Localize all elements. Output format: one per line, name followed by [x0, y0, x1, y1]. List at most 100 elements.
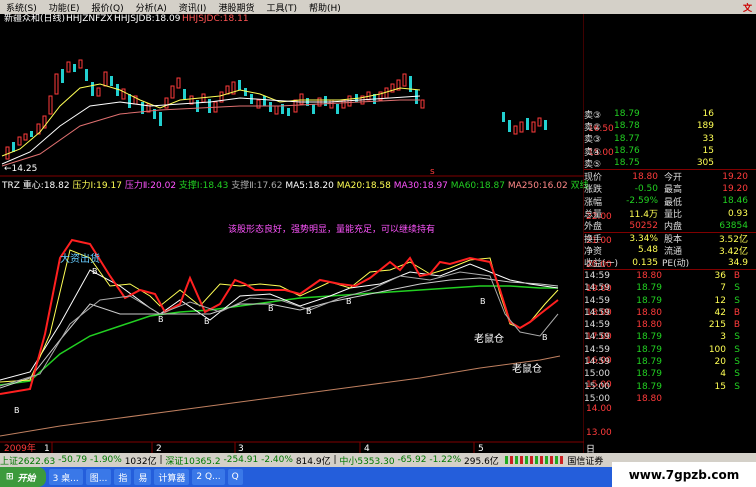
stat-row: 涨跌 -0.50 最高 19.20 [584, 183, 748, 196]
ind-support2: 支撑Ⅱ:17.62 [231, 181, 283, 191]
sz-amount: 814.9亿 [295, 456, 331, 467]
ind-ma250: MA250:16.02 [507, 181, 568, 191]
annotation-big-player: 大资出货 [60, 252, 100, 265]
svg-text:s: s [430, 167, 435, 177]
stock-chart[interactable]: 新疆众和(日线) HHJZNFZX HHJSJDB:18.09 HHJSJDC:… [0, 14, 584, 454]
tick-row[interactable]: 14:59 18.79 12 S [584, 294, 756, 306]
ask-list: 卖③ 18.79 16 卖② 18.78 189 卖③ 18.77 33 卖④ 18.76 15… [584, 108, 756, 170]
stat-row: 总量 11.4万 量比 0.93 [584, 208, 748, 221]
ind-ma30: MA30:18.97 [393, 181, 448, 191]
tick-row[interactable]: 15:00 18.80 [584, 393, 756, 405]
menu-bar: 系统(S) 功能(E) 报价(Q) 分析(A) 资讯(I) 港股期货 工具(T)… [0, 0, 756, 14]
sz-index[interactable]: 深证10365.2 [165, 454, 220, 467]
tick-row[interactable]: 14:59 18.79 7 S [584, 282, 756, 294]
ask-row[interactable]: 卖② 18.78 189 [584, 120, 756, 133]
indicator-header: TRZ 重心:18.82 压力Ⅰ:19.17 压力Ⅱ:20.02 支撑Ⅰ:18.… [2, 178, 589, 191]
sz-change: -254.91 [223, 455, 259, 465]
tick-row[interactable]: 14:59 18.80 215 B [584, 319, 756, 331]
indicator-label-3: HHJSJDC:18.11 [182, 14, 249, 24]
svg-text:B: B [204, 317, 210, 326]
stat-row: 外盘 50252 内盘 63854 [584, 220, 748, 233]
taskbar-button[interactable]: 3 桌... [48, 469, 83, 485]
taskbar-button[interactable]: Q [227, 469, 243, 485]
ind-pressure1: 压力Ⅰ:19.17 [72, 181, 122, 191]
taskbar-button[interactable]: 2 Q... [192, 469, 225, 485]
white-line-a [0, 263, 559, 381]
yellow-line [0, 249, 559, 383]
ind-center: 重心:18.82 [22, 181, 70, 191]
sz-pct: -2.40% [261, 455, 293, 465]
ask-row[interactable]: 卖⑤ 18.75 305 [584, 157, 756, 170]
ind-name: TRZ [2, 181, 20, 191]
svg-text:B: B [158, 315, 164, 324]
annotation-rat-1: 老鼠仓 [474, 332, 504, 345]
watermark: www.7gpzb.com [612, 462, 756, 487]
tick-row[interactable]: 14:59 18.80 36 B [584, 270, 756, 282]
menu-tools[interactable]: 工具(T) [260, 1, 303, 14]
ma250-line [0, 355, 561, 437]
tick-row[interactable]: 14:59 18.80 42 B [584, 307, 756, 319]
taskbar-button[interactable]: 易 [134, 469, 152, 485]
menu-help[interactable]: 帮助(H) [303, 1, 347, 14]
tick-row[interactable]: 15:00 18.79 4 S [584, 368, 756, 380]
taskbar-button[interactable]: 计算器 [154, 469, 190, 485]
candles-upper [5, 59, 547, 160]
taskbar-button[interactable]: 指 [114, 469, 132, 485]
indicator-label-2: HHJSJDB:18.09 [114, 14, 181, 24]
sme-pct: -1.22% [429, 455, 462, 465]
menu-system[interactable]: 系统(S) [0, 1, 43, 14]
broker-name: 国信证券 [567, 456, 604, 467]
stats-list: 现价 18.80 今开 19.20 涨跌 -0.50 最高 19.20 涨幅 -2.59% 最低… [584, 169, 756, 270]
chart-title: 新疆众和(日线) [4, 14, 65, 24]
menu-hk-futures[interactable]: 港股期货 [212, 1, 260, 14]
annotation-rat-2: 老鼠仓 [512, 362, 542, 375]
svg-text:B: B [306, 307, 312, 316]
svg-text:B: B [480, 297, 486, 306]
sme-amount: 295.6亿 [464, 456, 499, 467]
white-line-b [0, 277, 559, 389]
sme-index[interactable]: 中小5353.30 [339, 454, 394, 467]
menu-function[interactable]: 功能(E) [43, 1, 86, 14]
start-button[interactable]: ⊞ 开始 [0, 467, 46, 487]
ask-row[interactable]: 卖④ 18.76 15 [584, 145, 756, 158]
stat-row: 涨幅 -2.59% 最低 18.46 [584, 196, 748, 208]
tick-row[interactable]: 14:59 18.79 3 S [584, 331, 756, 343]
sme-change: -65.92 [397, 455, 427, 465]
chart-panel[interactable]: 新疆众和(日线) HHJZNFZX HHJSJDB:18.09 HHJSJDC:… [0, 14, 614, 468]
stat-row: 换手 3.34% 股本 3.52亿 [584, 231, 756, 245]
tick-row[interactable]: 14:59 18.79 100 S [584, 344, 756, 356]
main-annotation: 该股形态良好，强势明显，量能充足，可以继续持有 [228, 223, 435, 235]
sh-amount: 1032亿 [124, 456, 157, 467]
svg-text:B: B [14, 406, 20, 415]
ind-pressure2: 压力Ⅱ:20.02 [124, 181, 177, 191]
sh-index[interactable]: 上证2622.63 [0, 454, 55, 467]
menu-analysis[interactable]: 分析(A) [130, 1, 173, 14]
ind-ma60: MA60:18.87 [450, 181, 505, 191]
stat-row: 净资 5.48 流通 3.42亿 [584, 245, 748, 257]
low-price-label: ←14.25 [4, 164, 37, 174]
tick-row[interactable]: 14:59 18.79 20 S [584, 356, 756, 368]
quote-panel: 卖③ 18.79 16 卖② 18.78 189 卖③ 18.77 33 卖④ 18.76 15… [584, 108, 756, 443]
sh-pct: -1.90% [89, 455, 122, 465]
indicator-label-1: HHJZNFZX [66, 14, 113, 24]
svg-text:B: B [92, 267, 98, 276]
ind-support1: 支撑Ⅰ:18.43 [178, 181, 229, 191]
tick-row[interactable]: 15:00 18.79 15 S [584, 381, 756, 393]
ask-row[interactable]: 卖③ 18.79 16 [584, 108, 756, 121]
menu-news[interactable]: 资讯(I) [173, 1, 213, 14]
svg-text:B: B [346, 297, 352, 306]
sh-change: -50.79 [58, 455, 88, 465]
ask-row[interactable]: 卖③ 18.77 33 [584, 133, 756, 146]
svg-text:B: B [268, 304, 274, 313]
tick-list: 14:59 18.80 36 B 14:59 18.79 7 S 14:59 18.79 12 S… [584, 268, 756, 405]
menu-quote[interactable]: 报价(Q) [85, 1, 129, 14]
stat-row: 收益(一) 0.135 PE(动) 34.9 [584, 257, 748, 270]
mini-bars [504, 456, 565, 464]
corner-text: 文 [742, 3, 752, 14]
ind-ma20: MA20:18.58 [336, 181, 391, 191]
taskbar-button[interactable]: 图... [85, 469, 112, 485]
windows-logo-icon: ⊞ [6, 472, 14, 482]
svg-text:B: B [542, 333, 548, 342]
stat-row: 现价 18.80 今开 19.20 [584, 171, 748, 184]
ind-ma5: MA5:18.20 [285, 181, 334, 191]
